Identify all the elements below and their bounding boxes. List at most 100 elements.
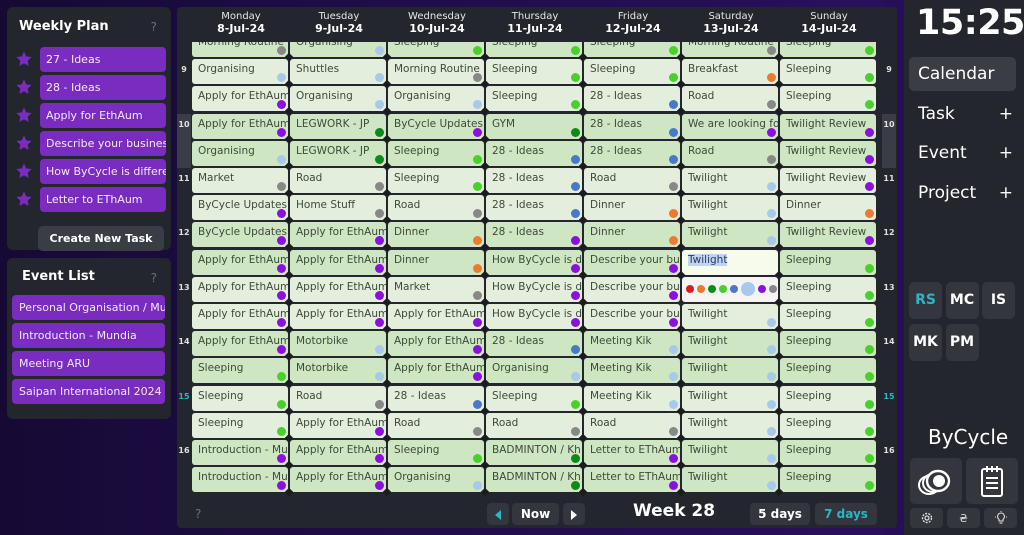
slot-color-dot[interactable] xyxy=(865,127,874,137)
calendar-slot[interactable]: Twilight xyxy=(682,412,778,438)
slot-color-dot[interactable] xyxy=(473,399,482,409)
slot-color-dot[interactable] xyxy=(669,73,678,83)
calendar-slot[interactable]: Organising xyxy=(388,467,484,493)
calendar-slot[interactable]: Shuttles xyxy=(290,59,386,85)
calendar-slot[interactable]: Twilight xyxy=(682,168,778,193)
slot-color-dot[interactable] xyxy=(669,182,678,191)
calendar-slot[interactable]: Sleeping xyxy=(388,440,484,465)
calendar-slot[interactable]: Road xyxy=(486,412,582,438)
day-header[interactable]: Wednesday 10-Jul-24 xyxy=(388,11,486,35)
next-week-button[interactable] xyxy=(563,503,585,525)
slot-color-dot[interactable] xyxy=(571,209,580,219)
calendar-slot[interactable]: Sleeping xyxy=(780,467,876,493)
slot-color-dot[interactable] xyxy=(669,100,678,110)
slot-color-dot[interactable] xyxy=(571,372,580,382)
slot-color-dot[interactable] xyxy=(669,372,678,382)
slot-color-dot[interactable] xyxy=(767,399,776,409)
day-header[interactable]: Monday 8-Jul-24 xyxy=(192,11,290,35)
slot-color-dot[interactable] xyxy=(767,182,776,191)
calendar-slot[interactable]: Apply for EthAum xyxy=(388,358,484,384)
color-option-darkgreen[interactable] xyxy=(708,285,716,294)
slot-color-dot[interactable] xyxy=(669,46,678,55)
weekly-plan-task-button[interactable]: 27 - Ideas xyxy=(40,46,166,72)
slot-color-dot[interactable] xyxy=(865,372,874,382)
calendar-slot[interactable]: Sleeping xyxy=(192,385,288,411)
calendar-slot[interactable]: Morning Routine xyxy=(388,59,484,85)
nav-project[interactable]: Project + xyxy=(909,176,1016,210)
nav-task[interactable]: Task + xyxy=(909,97,1016,131)
star-icon[interactable] xyxy=(13,76,35,98)
calendar-slot[interactable]: Market xyxy=(192,168,288,193)
slot-color-dot[interactable] xyxy=(473,209,482,219)
settings-button[interactable] xyxy=(910,508,943,528)
slot-color-dot[interactable] xyxy=(571,182,580,191)
slot-color-dot[interactable] xyxy=(375,46,384,55)
nav-event[interactable]: Event + xyxy=(909,136,1016,170)
calendar-slot[interactable]: Introduction - Mu xyxy=(192,467,288,493)
calendar-slot[interactable]: Dinner xyxy=(388,249,484,275)
help-icon[interactable]: ? xyxy=(151,20,157,34)
slot-color-dot[interactable] xyxy=(473,290,482,300)
slot-color-dot[interactable] xyxy=(277,454,286,463)
slot-color-dot[interactable] xyxy=(865,209,874,219)
slot-color-dot[interactable] xyxy=(277,236,286,246)
slot-color-dot[interactable] xyxy=(375,426,384,436)
calendar-slot[interactable]: 28 - Ideas xyxy=(486,222,582,248)
calendar-slot[interactable]: Motorbike xyxy=(290,331,386,357)
slot-color-dot[interactable] xyxy=(767,127,776,137)
calendar-slot[interactable]: Apply for EthAum xyxy=(290,412,386,438)
calendar-slot[interactable]: ByCycle Updates xyxy=(192,195,288,221)
slot-color-dot[interactable] xyxy=(865,182,874,191)
slot-color-dot[interactable] xyxy=(473,100,482,110)
slot-color-dot[interactable] xyxy=(571,100,580,110)
slot-color-dot[interactable] xyxy=(571,426,580,436)
add-event-icon[interactable]: + xyxy=(999,136,1013,170)
calendar-slot[interactable]: We are looking fo xyxy=(682,113,778,139)
calendar-slot[interactable]: How ByCycle is d xyxy=(486,276,582,302)
slot-color-dot[interactable] xyxy=(277,209,286,219)
slot-color-dot[interactable] xyxy=(277,73,286,83)
slot-color-dot[interactable] xyxy=(375,73,384,83)
calendar-slot[interactable]: Sleeping xyxy=(780,331,876,357)
calendar-slot[interactable]: Twilight xyxy=(682,195,778,221)
slot-color-dot[interactable] xyxy=(375,345,384,355)
calendar-slot[interactable]: Sleeping xyxy=(388,42,484,57)
calendar-slot[interactable]: 28 - Ideas xyxy=(486,168,582,193)
calendar-slot[interactable]: BADMINTON / Kh xyxy=(486,467,582,493)
now-button[interactable]: Now xyxy=(512,503,559,525)
slot-color-dot[interactable] xyxy=(669,345,678,355)
slot-color-dot[interactable] xyxy=(277,100,286,110)
slot-color-dot[interactable] xyxy=(669,236,678,246)
weekly-plan-task-button[interactable]: Letter to EThAum xyxy=(40,186,166,212)
previous-week-button[interactable] xyxy=(487,503,509,525)
slot-color-dot[interactable] xyxy=(277,345,286,355)
calendar-slot[interactable]: Apply for EthAum xyxy=(290,222,386,248)
calendar-slot[interactable]: Sleeping xyxy=(486,59,582,85)
slot-color-dot[interactable] xyxy=(375,290,384,300)
user-mc-button[interactable]: MC xyxy=(945,282,979,319)
slot-color-dot[interactable] xyxy=(669,290,678,300)
slot-color-dot[interactable] xyxy=(473,236,482,246)
slot-color-dot[interactable] xyxy=(473,318,482,327)
help-icon[interactable]: ? xyxy=(151,271,157,285)
calendar-slot[interactable]: Road xyxy=(682,86,778,112)
user-mk-button[interactable]: MK xyxy=(909,324,942,361)
slot-color-dot[interactable] xyxy=(375,154,384,164)
calendar-slot[interactable]: Sleeping xyxy=(780,42,876,57)
currency-button[interactable]: ₴ xyxy=(947,508,980,528)
slot-color-dot[interactable] xyxy=(375,399,384,409)
calendar-slot[interactable]: How ByCycle is d xyxy=(486,304,582,329)
slot-color-dot[interactable] xyxy=(669,263,678,273)
calendar-slot[interactable]: Sleeping xyxy=(486,86,582,112)
calendar-slot[interactable]: Describe your bu xyxy=(584,304,680,329)
calendar-slot[interactable]: Apply for EthAum xyxy=(192,86,288,112)
add-task-icon[interactable]: + xyxy=(999,97,1013,131)
calendar-slot[interactable]: Organising xyxy=(388,86,484,112)
slot-color-dot[interactable] xyxy=(473,454,482,463)
slot-color-dot[interactable] xyxy=(767,73,776,83)
calendar-slot[interactable]: Apply for EthAum xyxy=(290,276,386,302)
slot-color-dot[interactable] xyxy=(669,127,678,137)
slot-color-dot[interactable] xyxy=(669,454,678,463)
day-header[interactable]: Tuesday 9-Jul-24 xyxy=(290,11,388,35)
slot-color-dot[interactable] xyxy=(865,426,874,436)
